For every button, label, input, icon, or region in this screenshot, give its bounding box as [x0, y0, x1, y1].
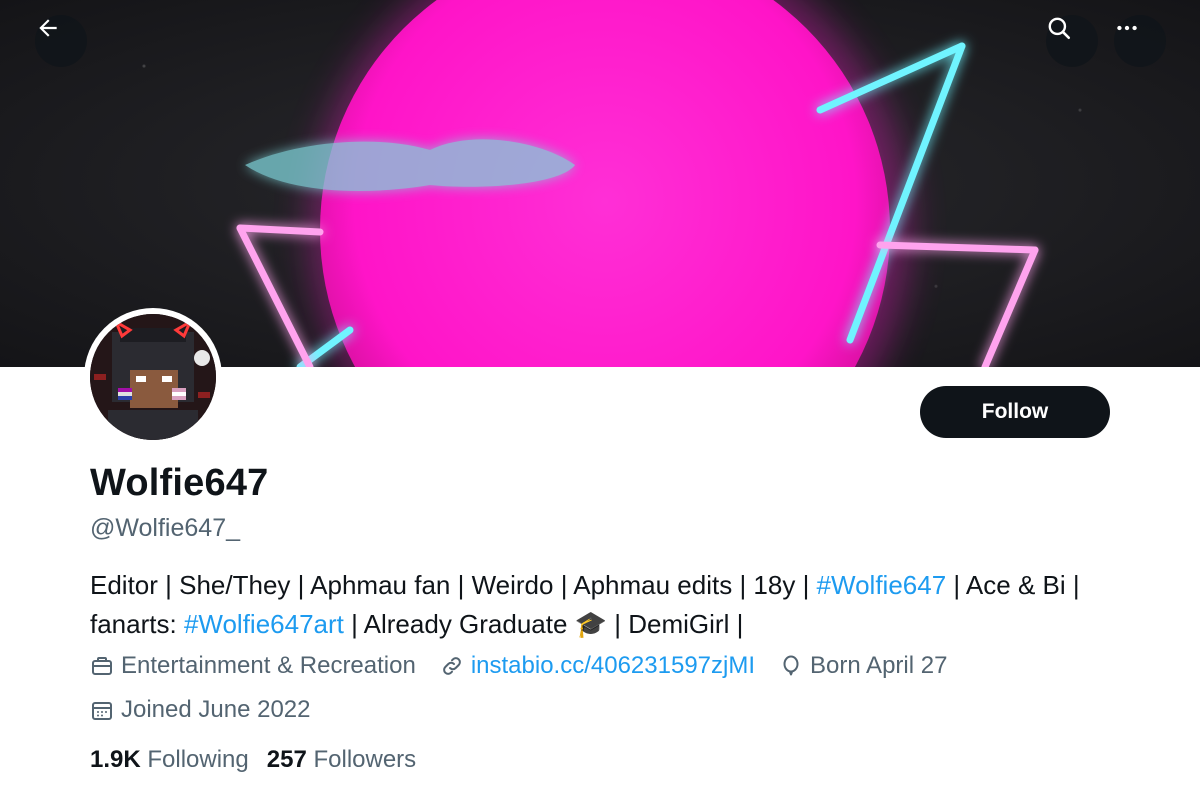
profile-website[interactable]: instabio.cc/406231597zjMI — [440, 652, 755, 680]
following-label: Following — [147, 746, 249, 773]
banner-artwork — [236, 0, 1039, 367]
back-button[interactable] — [35, 15, 87, 67]
briefcase-icon — [92, 657, 112, 675]
follow-stats: 1.9K Following 257 Followers — [90, 746, 434, 774]
followers-link[interactable]: 257 Followers — [267, 746, 416, 774]
profile-banner[interactable] — [0, 0, 1200, 367]
arrow-left-icon — [39, 19, 57, 37]
display-name: Wolfie647 — [90, 462, 269, 504]
profile-category: Entertainment & Recreation — [90, 652, 416, 680]
balloon-icon — [783, 655, 799, 676]
link-icon — [442, 657, 461, 675]
calendar-icon — [92, 702, 112, 720]
hashtag-link[interactable]: #Wolfie647 — [817, 570, 947, 600]
website-link[interactable]: instabio.cc/406231597zjMI — [471, 652, 755, 680]
hashtag-link[interactable]: #Wolfie647art — [184, 609, 344, 639]
profile-bio: Editor | She/They | Aphmau fan | Weirdo … — [90, 566, 1150, 644]
followers-label: Followers — [313, 746, 417, 773]
profile-meta-row: Joined June 2022 — [90, 696, 335, 724]
profile-avatar[interactable] — [84, 308, 222, 446]
bio-text: Editor | She/They | Aphmau fan | Weirdo … — [90, 570, 817, 600]
more-options-button[interactable] — [1114, 15, 1166, 67]
profile-meta-row: Entertainment & Recreation instabio.cc/4… — [90, 652, 971, 680]
profile-birthday: Born April 27 — [779, 652, 947, 680]
birthday-label: Born April 27 — [810, 652, 948, 679]
search-button[interactable] — [1046, 15, 1098, 67]
bio-text: | Already Graduate 🎓 | DemiGirl | — [343, 609, 744, 639]
search-icon — [1048, 17, 1071, 40]
joined-label: Joined June 2022 — [121, 696, 311, 723]
followers-count: 257 — [266, 746, 307, 773]
category-label: Entertainment & Recreation — [121, 652, 416, 679]
following-count: 1.9K — [90, 746, 141, 773]
follow-button[interactable]: Follow — [920, 386, 1110, 438]
avatar-image — [90, 314, 216, 440]
profile-joined: Joined June 2022 — [90, 696, 311, 724]
username-handle: @Wolfie647_ — [90, 514, 240, 542]
following-link[interactable]: 1.9K Following — [90, 746, 249, 774]
more-horizontal-icon — [1117, 25, 1137, 31]
